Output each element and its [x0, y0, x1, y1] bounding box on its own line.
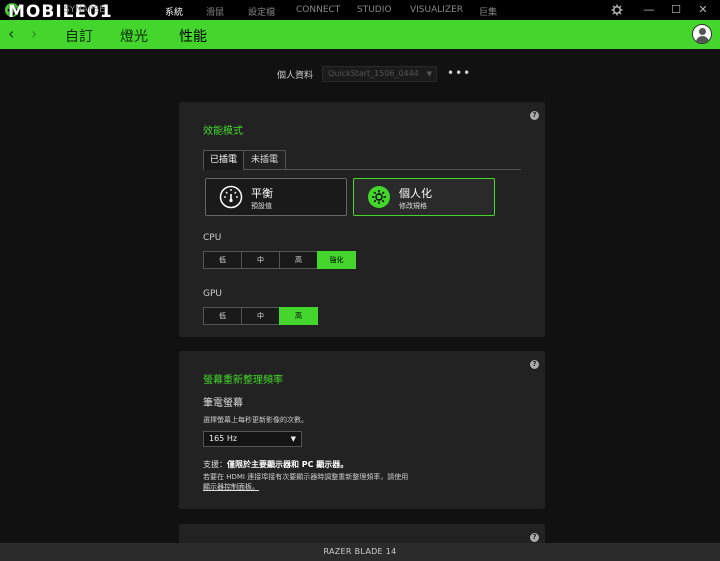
tab-lighting[interactable]: 燈光	[120, 26, 148, 46]
chevron-down-icon: ▼	[290, 435, 296, 443]
refresh-rate-value: 165 Hz	[209, 434, 238, 443]
mode-custom-button[interactable]: 個人化 修改規格	[353, 178, 495, 216]
profile-select-value: QuickStart_1506_0444	[328, 69, 419, 78]
sub-navigation: ‹ › 自訂 燈光 性能	[0, 20, 720, 49]
power-source-tabs: 已插電 未插電	[203, 150, 521, 170]
gpu-option-high[interactable]: 高	[279, 307, 318, 325]
topnav-item-profiles[interactable]: 設定檔	[248, 5, 275, 18]
title-bar: MOBILE01 SYNAPSE 系統 滑鼠 設定檔 CONNECT STUDI…	[0, 0, 720, 22]
gpu-level-selector: 低 中 高	[203, 307, 318, 325]
gpu-label: GPU	[203, 289, 222, 299]
profile-select[interactable]: QuickStart_1506_0444 ▼	[322, 66, 437, 82]
cpu-option-medium[interactable]: 中	[241, 251, 280, 269]
refresh-rate-title: 螢幕重新整理頻率	[203, 375, 283, 386]
gear-icon	[368, 186, 390, 208]
topnav-item-studio[interactable]: STUDIO	[357, 5, 391, 15]
account-avatar-icon[interactable]	[692, 24, 712, 44]
additional-settings-card: ?	[179, 524, 545, 543]
gauge-icon	[219, 185, 243, 209]
display-control-panel-link[interactable]: 顯示器控制面板。	[203, 483, 259, 491]
mode-balanced-sub: 預設值	[251, 202, 272, 210]
close-button[interactable]: ✕	[696, 3, 710, 17]
tab-on-battery[interactable]: 未插電	[243, 150, 286, 170]
support-prefix: 支援：	[203, 460, 227, 469]
display-control-panel-link-row: 顯示器控制面板。	[203, 482, 259, 492]
support-detail: 僅限於主要顯示器和 PC 顯示器。	[227, 460, 349, 469]
mode-balanced-button[interactable]: 平衡 預設值	[205, 178, 347, 216]
main-content: 個人資料 QuickStart_1506_0444 ▼ ••• ? 效能模式 已…	[0, 49, 720, 543]
back-arrow-icon[interactable]: ‹	[8, 25, 20, 43]
cpu-option-high[interactable]: 高	[279, 251, 318, 269]
performance-mode-card: ? 效能模式 已插電 未插電 平衡 預設值 個人化 修改規格 CPU 低 中 高…	[179, 102, 545, 337]
maximize-button[interactable]: ☐	[669, 3, 683, 17]
performance-mode-title: 效能模式	[203, 126, 243, 137]
topnav-item-visualizer[interactable]: VISUALIZER	[410, 5, 463, 15]
topnav-item-macros[interactable]: 巨集	[479, 5, 497, 18]
forward-arrow-icon[interactable]: ›	[31, 25, 43, 43]
mode-custom-sub: 修改規格	[399, 202, 427, 210]
help-icon[interactable]: ?	[530, 360, 539, 369]
topnav-item-synapse[interactable]: SYNAPSE	[64, 5, 105, 15]
cpu-option-low[interactable]: 低	[203, 251, 242, 269]
tab-plugged-in[interactable]: 已插電	[203, 150, 244, 170]
tab-customize[interactable]: 自訂	[65, 26, 93, 46]
chevron-down-icon: ▼	[426, 70, 432, 78]
profile-label: 個人資料	[277, 71, 314, 81]
cpu-label: CPU	[203, 233, 222, 243]
support-note: 支援：僅限於主要顯示器和 PC 顯示器。	[203, 459, 348, 470]
mode-balanced-name: 平衡	[251, 187, 273, 200]
gpu-option-low[interactable]: 低	[203, 307, 242, 325]
tab-performance[interactable]: 性能	[179, 26, 207, 46]
mode-custom-name: 個人化	[399, 187, 432, 200]
status-bar: RAZER BLADE 14	[0, 543, 720, 561]
refresh-rate-select[interactable]: 165 Hz ▼	[203, 431, 302, 447]
refresh-rate-card: ? 螢幕重新整理頻率 筆電螢幕 選擇螢幕上每秒更新影像的次數。 165 Hz ▼…	[179, 351, 545, 509]
gpu-option-medium[interactable]: 中	[241, 307, 280, 325]
more-options-button[interactable]: •••	[447, 67, 471, 79]
settings-gear-icon[interactable]	[610, 3, 624, 17]
laptop-display-label: 筆電螢幕	[203, 398, 243, 409]
topnav-item-mouse[interactable]: 滑鼠	[206, 5, 224, 18]
hdmi-note: 若要在 HDMI 連接埠接有次要顯示器時調整重新整理頻率，請使用	[203, 473, 409, 481]
help-icon[interactable]: ?	[530, 111, 539, 120]
device-name: RAZER BLADE 14	[323, 547, 397, 556]
refresh-rate-description: 選擇螢幕上每秒更新影像的次數。	[203, 416, 308, 424]
topnav-item-connect[interactable]: CONNECT	[296, 5, 340, 15]
cpu-level-selector: 低 中 高 強化	[203, 251, 356, 269]
help-icon[interactable]: ?	[530, 533, 539, 542]
cpu-option-boost[interactable]: 強化	[317, 251, 356, 269]
topnav-item-system[interactable]: 系統	[165, 5, 183, 18]
minimize-button[interactable]: —	[642, 3, 656, 17]
